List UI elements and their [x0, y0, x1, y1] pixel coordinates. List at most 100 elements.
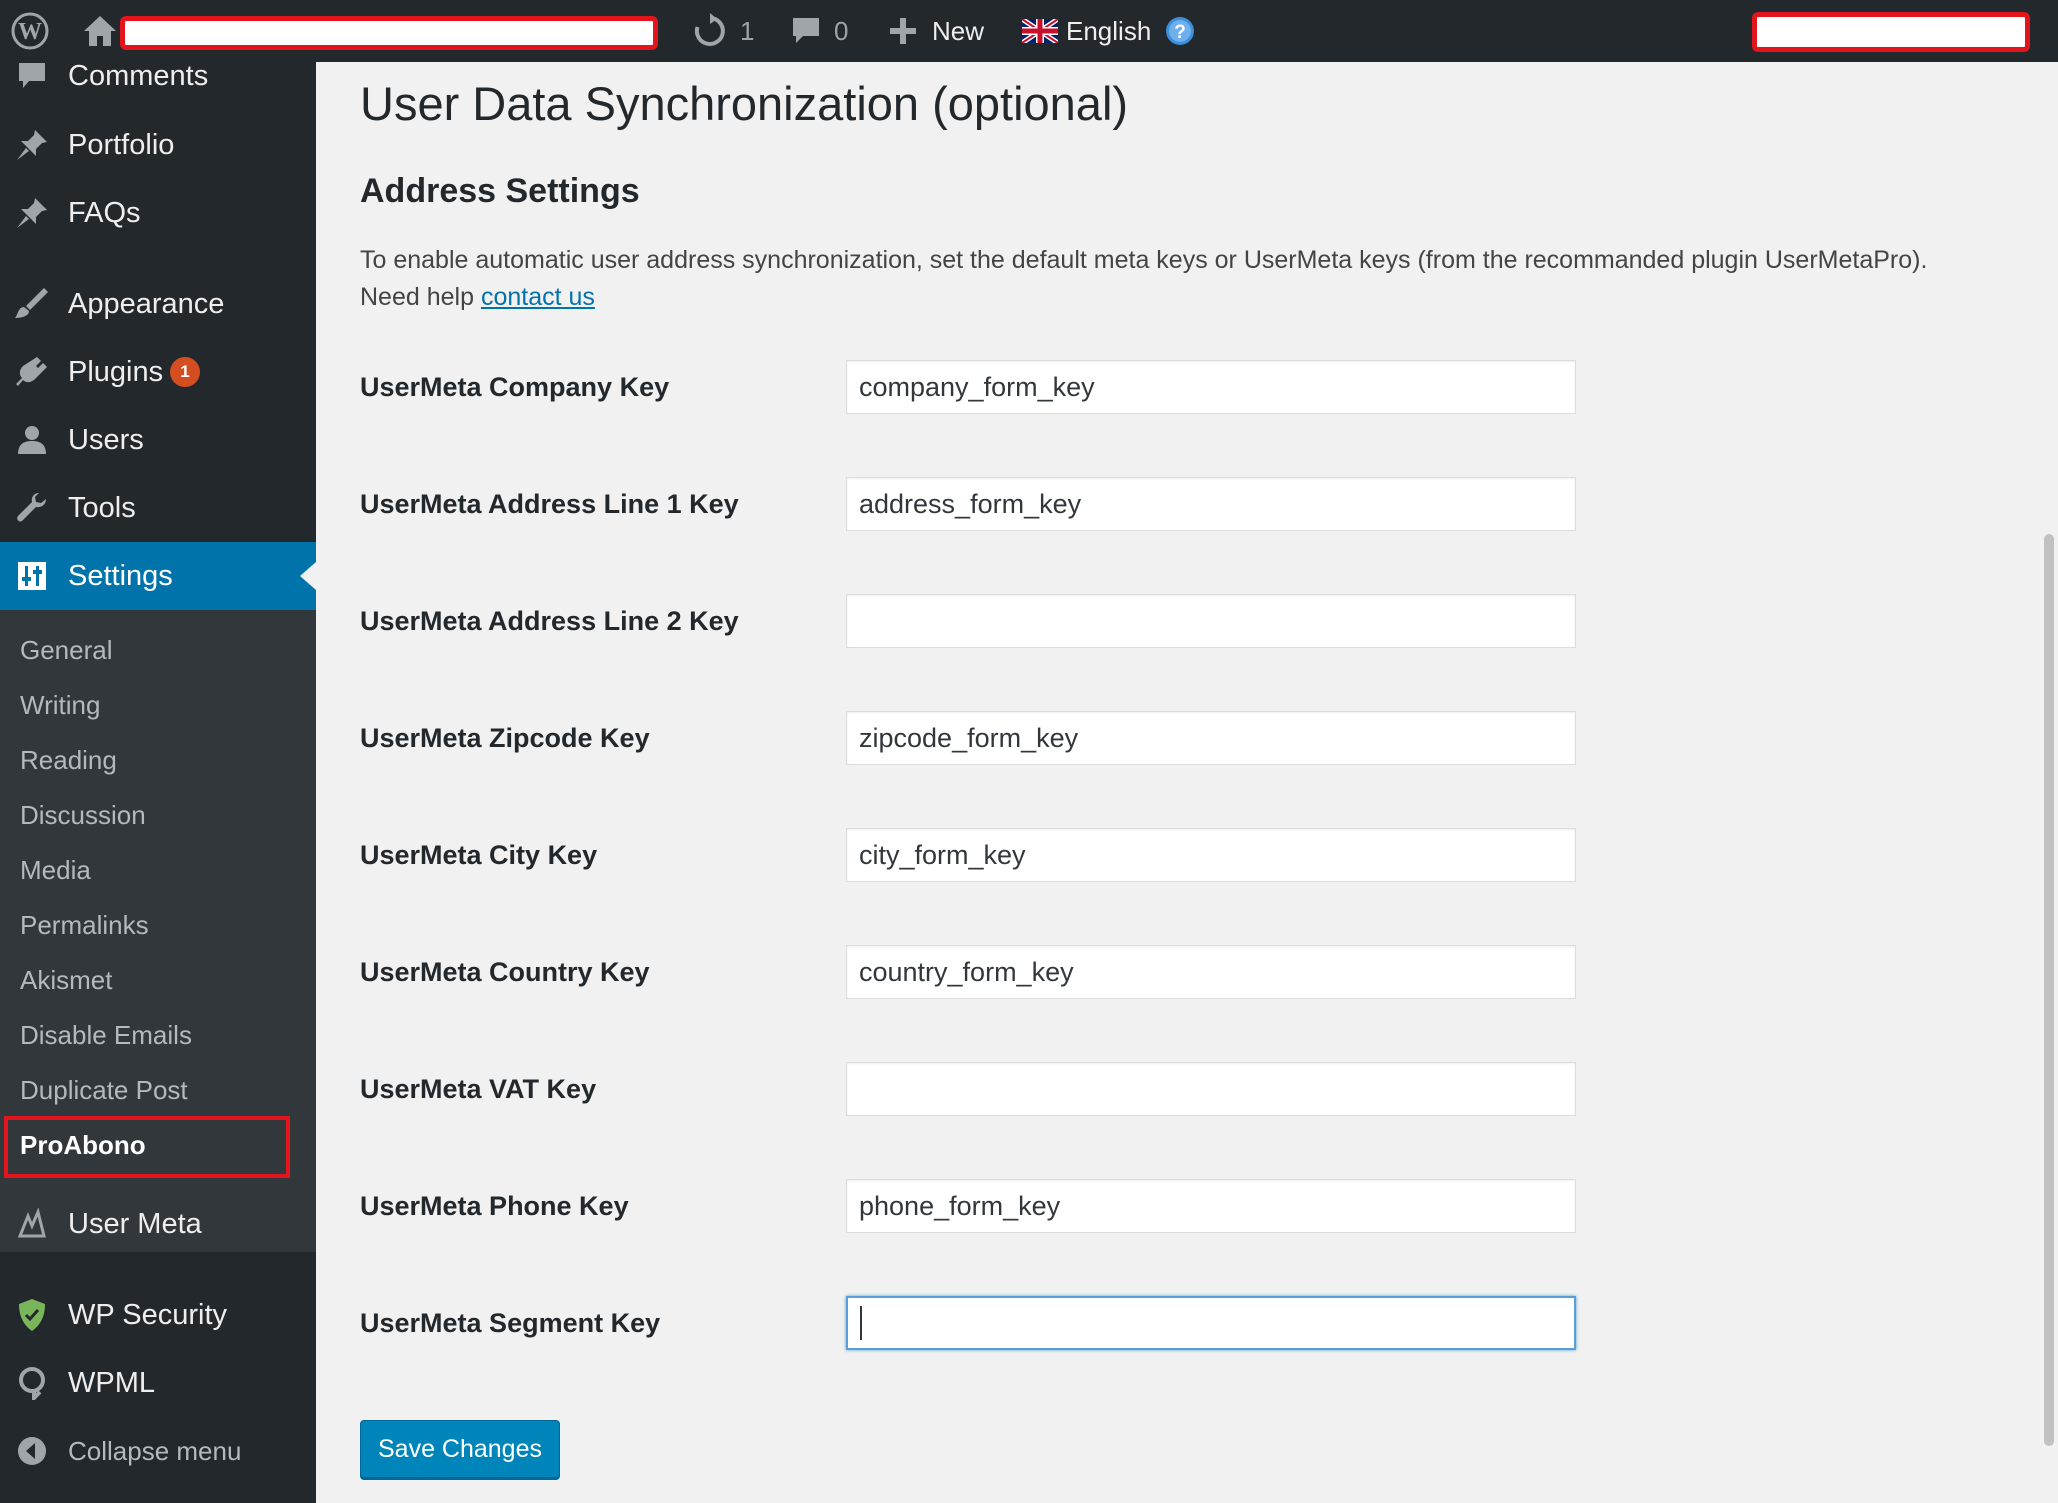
- plus-icon: [888, 16, 918, 46]
- sidebar-item-label: Plugins: [68, 355, 164, 388]
- field-label: UserMeta Phone Key: [360, 1190, 629, 1221]
- field-label: UserMeta Segment Key: [360, 1307, 661, 1338]
- field-row-vat: UserMeta VAT Key: [360, 1062, 1860, 1116]
- sliders-icon: [14, 558, 50, 594]
- help-icon[interactable]: ?: [1165, 16, 1195, 46]
- sidebar-item-label: WP Security: [68, 1298, 228, 1331]
- main-content: User Data Synchronization (optional) Add…: [316, 62, 2058, 1503]
- field-label: UserMeta Zipcode Key: [360, 722, 650, 753]
- pin-icon: [14, 127, 50, 163]
- phone-key-input[interactable]: [846, 1179, 1576, 1233]
- help-prefix: Need help: [360, 283, 474, 311]
- language-switcher[interactable]: English ?: [1022, 0, 1195, 62]
- sidebar-item-label: User Meta: [68, 1207, 202, 1240]
- sidebar-item-label: Tools: [68, 491, 136, 524]
- sidebar-item-wpml[interactable]: WPML: [0, 1349, 316, 1417]
- comment-bubble-icon: [790, 15, 822, 47]
- sidebar-item-label: Settings: [68, 559, 173, 592]
- field-row-phone: UserMeta Phone Key: [360, 1179, 1860, 1233]
- refresh-icon: [692, 13, 728, 49]
- scrollbar-thumb[interactable]: [2044, 534, 2054, 1446]
- redacted-user-account: [1752, 12, 2030, 52]
- country-key-input[interactable]: [846, 945, 1576, 999]
- submenu-item-akismet[interactable]: Akismet: [20, 960, 112, 1000]
- scrollbar[interactable]: [2040, 62, 2058, 1503]
- zipcode-key-input[interactable]: [846, 711, 1576, 765]
- pin-icon: [14, 195, 50, 231]
- proabono-highlight-box: [4, 1116, 290, 1178]
- submenu-item-media[interactable]: Media: [20, 850, 91, 890]
- sidebar-item-label: WPML: [68, 1366, 155, 1399]
- sidebar-item-appearance[interactable]: Appearance: [0, 270, 316, 338]
- comments-count: 0: [834, 15, 849, 46]
- field-label: UserMeta VAT Key: [360, 1073, 597, 1104]
- sidebar-item-faqs[interactable]: FAQs: [0, 179, 316, 247]
- field-row-city: UserMeta City Key: [360, 828, 1860, 882]
- company-key-input[interactable]: [846, 360, 1576, 414]
- sidebar-item-label: Comments: [68, 59, 209, 92]
- sidebar-item-label: Appearance: [68, 287, 225, 320]
- language-label: English: [1066, 15, 1152, 46]
- sidebar-item-portfolio[interactable]: Portfolio: [0, 111, 316, 179]
- shield-icon: [14, 1297, 50, 1333]
- submenu-item-general[interactable]: General: [20, 630, 113, 670]
- sidebar-item-label: FAQs: [68, 196, 141, 229]
- comments-button[interactable]: 0: [790, 0, 848, 62]
- admin-sidebar: Comments Portfolio FAQs Appearance Plugi…: [0, 60, 316, 1503]
- updates-count: 1: [740, 15, 755, 46]
- field-row-country: UserMeta Country Key: [360, 945, 1860, 999]
- updates-button[interactable]: 1: [692, 0, 754, 62]
- submenu-item-discussion[interactable]: Discussion: [20, 795, 146, 835]
- svg-text:?: ?: [1174, 22, 1186, 43]
- address-line-2-key-input[interactable]: [846, 594, 1576, 648]
- new-content-button[interactable]: New: [888, 0, 984, 62]
- plug-icon: [14, 354, 50, 390]
- sidebar-item-comments[interactable]: Comments: [0, 42, 316, 110]
- field-label: UserMeta Company Key: [360, 371, 670, 402]
- field-label: UserMeta City Key: [360, 839, 598, 870]
- submenu-item-writing[interactable]: Writing: [20, 685, 100, 725]
- sidebar-item-plugins[interactable]: Plugins 1: [0, 338, 316, 406]
- sidebar-item-users[interactable]: Users: [0, 406, 316, 474]
- field-label: UserMeta Country Key: [360, 956, 650, 987]
- comment-icon: [14, 58, 50, 94]
- field-label: UserMeta Address Line 2 Key: [360, 605, 739, 636]
- submenu-item-disable-emails[interactable]: Disable Emails: [20, 1015, 192, 1055]
- field-label: UserMeta Address Line 1 Key: [360, 488, 739, 519]
- field-row-zipcode: UserMeta Zipcode Key: [360, 711, 1860, 765]
- usermeta-icon: [14, 1206, 50, 1242]
- current-menu-arrow: [300, 562, 316, 590]
- sidebar-item-label: Users: [68, 423, 144, 456]
- sidebar-item-user-meta[interactable]: User Meta: [0, 1190, 316, 1258]
- field-row-segment: UserMeta Segment Key: [360, 1296, 1860, 1350]
- intro-text: To enable automatic user address synchro…: [360, 242, 2040, 316]
- sidebar-item-label: Collapse menu: [68, 1435, 242, 1466]
- wpml-icon: [14, 1365, 50, 1401]
- uk-flag-icon: [1022, 19, 1058, 43]
- page-title: User Data Synchronization (optional): [360, 77, 1129, 130]
- new-label: New: [932, 15, 985, 46]
- sidebar-item-settings[interactable]: Settings: [0, 542, 316, 610]
- text-cursor: [860, 1306, 862, 1340]
- plugins-update-badge: 1: [170, 357, 200, 387]
- submenu-item-permalinks[interactable]: Permalinks: [20, 905, 149, 945]
- sidebar-item-tools[interactable]: Tools: [0, 474, 316, 542]
- vat-key-input[interactable]: [846, 1062, 1576, 1116]
- wrench-icon: [14, 490, 50, 526]
- address-line-1-key-input[interactable]: [846, 477, 1576, 531]
- field-row-address-line-1: UserMeta Address Line 1 Key: [360, 477, 1860, 531]
- user-icon: [14, 422, 50, 458]
- contact-us-link[interactable]: contact us: [481, 283, 595, 311]
- collapse-menu-button[interactable]: Collapse menu: [0, 1417, 316, 1485]
- segment-key-input[interactable]: [846, 1296, 1576, 1350]
- sidebar-item-wp-security[interactable]: WP Security: [0, 1281, 316, 1349]
- submenu-item-reading[interactable]: Reading: [20, 740, 117, 780]
- city-key-input[interactable]: [846, 828, 1576, 882]
- section-title: Address Settings: [360, 172, 640, 210]
- brush-icon: [14, 286, 50, 322]
- save-changes-button[interactable]: Save Changes: [360, 1420, 560, 1478]
- collapse-icon: [14, 1433, 50, 1469]
- sidebar-item-label: Portfolio: [68, 128, 175, 161]
- submenu-item-duplicate-post[interactable]: Duplicate Post: [20, 1070, 188, 1110]
- field-row-address-line-2: UserMeta Address Line 2 Key: [360, 594, 1860, 648]
